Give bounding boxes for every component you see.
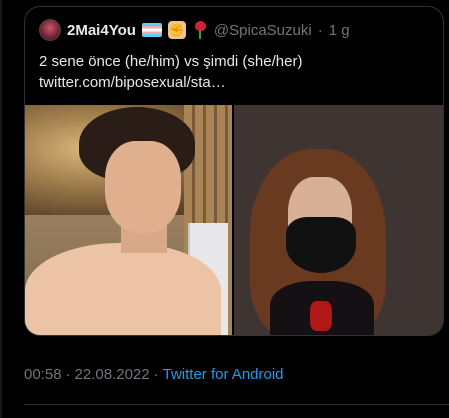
separator-dot: · [153,365,159,383]
shirt-print [310,301,332,331]
tweet-source-link[interactable]: Twitter for Android [163,366,284,383]
transgender-flag-icon [141,23,162,37]
photo-left[interactable] [25,105,232,335]
tweet-link[interactable]: twitter.com/biposexual/sta… [39,72,429,93]
photo-right[interactable] [234,105,443,335]
media-grid [25,105,443,335]
tweet-text-line: 2 sene önce (he/him) vs şimdi (she/her) [39,53,303,70]
tweet-metadata: 00:58 · 22.08.2022 · Twitter for Android [24,363,284,385]
avatar[interactable] [39,19,61,41]
raised-fist-icon: ✊ [167,21,186,39]
rose-icon [192,21,208,39]
quoted-tweet-card[interactable]: 2Mai4You ✊ @SpicaSuzuki · 1 g 2 sene önc… [24,6,444,336]
display-name[interactable]: 2Mai4You [67,22,136,39]
tweet-date[interactable]: 22.08.2022 [75,366,150,383]
divider [24,404,449,405]
user-handle[interactable]: @SpicaSuzuki [214,22,312,39]
face-mask [286,217,356,273]
separator-dot: · [65,365,71,383]
separator-dot: · [317,21,323,39]
person-face [105,141,181,233]
tweet-time[interactable]: 1 g [329,22,350,39]
quoted-tweet-header: 2Mai4You ✊ @SpicaSuzuki · 1 g [39,19,350,41]
tweet-time[interactable]: 00:58 [24,366,62,383]
quoted-tweet-text: 2 sene önce (he/him) vs şimdi (she/her) … [39,51,429,93]
person-torso [25,243,221,335]
